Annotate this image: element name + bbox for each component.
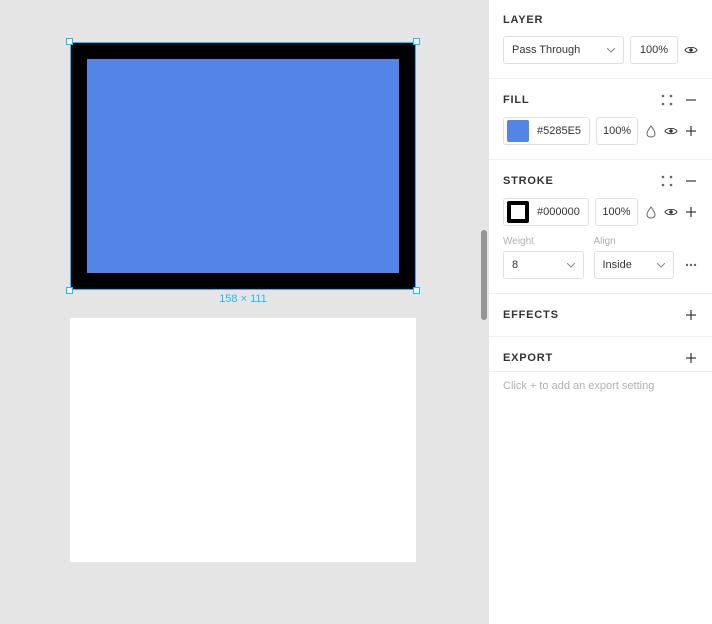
- properties-panel: LAYER Pass Through 100% FILL: [488, 0, 712, 624]
- stroke-bucket-icon[interactable]: [644, 205, 658, 219]
- layer-section: LAYER Pass Through 100%: [489, 0, 712, 79]
- stroke-more-icon[interactable]: [684, 258, 698, 272]
- effects-section: EFFECTS: [489, 294, 712, 337]
- effects-title: EFFECTS: [503, 309, 559, 321]
- resize-handle-top-right[interactable]: [413, 38, 420, 45]
- export-hint: Click + to add an export setting: [489, 372, 712, 406]
- layer-visibility-icon[interactable]: [684, 43, 698, 57]
- fill-swatch: [507, 120, 529, 142]
- fill-section: FILL #5285E5 100%: [489, 79, 712, 160]
- export-title: EXPORT: [503, 352, 553, 364]
- stroke-add-icon[interactable]: [684, 205, 698, 219]
- fill-title: FILL: [503, 94, 529, 106]
- resize-handle-top-left[interactable]: [66, 38, 73, 45]
- stroke-hex-value: #000000: [537, 206, 580, 218]
- chevron-down-icon: [607, 46, 615, 54]
- chevron-down-icon: [657, 261, 665, 269]
- stroke-weight-label: Weight: [503, 236, 584, 247]
- stroke-opacity-input[interactable]: 100%: [595, 198, 638, 226]
- stroke-visibility-icon[interactable]: [664, 205, 678, 219]
- fill-opacity-input[interactable]: 100%: [596, 117, 638, 145]
- export-section: EXPORT: [489, 337, 712, 372]
- unselected-frame[interactable]: [70, 318, 416, 562]
- stroke-styles-icon[interactable]: [660, 174, 674, 188]
- stroke-remove-icon[interactable]: [684, 174, 698, 188]
- layer-opacity-input[interactable]: 100%: [630, 36, 678, 64]
- chevron-down-icon: [567, 261, 575, 269]
- fill-remove-icon[interactable]: [684, 93, 698, 107]
- export-add-icon[interactable]: [684, 351, 698, 365]
- stroke-align-label: Align: [594, 236, 675, 247]
- effects-add-icon[interactable]: [684, 308, 698, 322]
- stroke-color-input[interactable]: #000000: [503, 198, 589, 226]
- fill-color-input[interactable]: #5285E5: [503, 117, 590, 145]
- fill-styles-icon[interactable]: [660, 93, 674, 107]
- fill-hex-value: #5285E5: [537, 125, 581, 137]
- stroke-weight-input[interactable]: 8: [503, 251, 584, 279]
- stroke-swatch: [507, 201, 529, 223]
- blend-mode-select[interactable]: Pass Through: [503, 36, 624, 64]
- fill-bucket-icon[interactable]: [644, 124, 658, 138]
- blend-mode-value: Pass Through: [512, 44, 580, 56]
- selection-dimensions: 158 × 111: [70, 293, 416, 305]
- stroke-section: STROKE #000000 100%: [489, 160, 712, 294]
- stroke-title: STROKE: [503, 175, 554, 187]
- stroke-align-select[interactable]: Inside: [594, 251, 675, 279]
- fill-add-icon[interactable]: [684, 124, 698, 138]
- canvas-area[interactable]: 158 × 111: [0, 0, 488, 624]
- canvas-scrollbar[interactable]: [481, 230, 487, 320]
- selected-shape[interactable]: 158 × 111: [70, 42, 416, 290]
- shape-fill: [87, 59, 399, 273]
- layer-title: LAYER: [503, 14, 543, 26]
- fill-visibility-icon[interactable]: [664, 124, 678, 138]
